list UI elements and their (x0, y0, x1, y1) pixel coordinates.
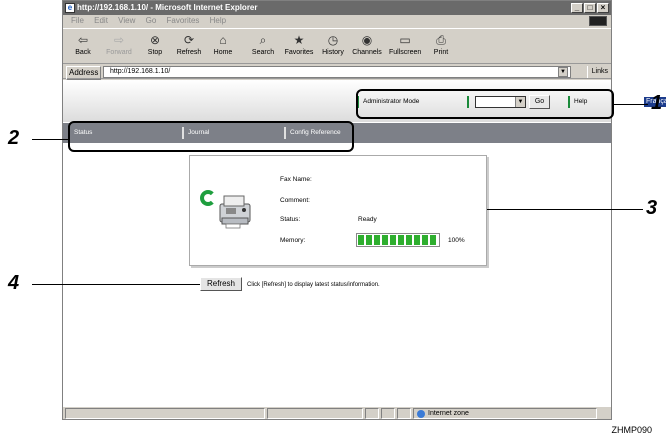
print-icon: ⎙ (436, 33, 446, 47)
menu-view[interactable]: View (118, 15, 135, 27)
toolbar: ⇦ Back ⇨ Forward ⊗ Stop ⟳ Refresh ⌂ Home ⌕ Sea… (63, 28, 611, 64)
chevron-down-icon[interactable]: ▼ (558, 67, 568, 77)
menu-file[interactable]: File (71, 15, 84, 27)
comment-label: Comment: (280, 197, 310, 204)
window-title: http://192.168.1.10/ - Microsoft Interne… (77, 3, 258, 12)
callout-3: 3 (646, 197, 658, 219)
callout-box-2 (68, 121, 354, 152)
callout-box-1 (356, 89, 614, 119)
close-button[interactable]: × (597, 3, 609, 13)
forward-button[interactable]: ⇨ Forward (103, 31, 135, 56)
channels-icon: ◉ (361, 33, 373, 47)
memory-label: Memory: (280, 237, 306, 244)
refresh-hint: Click [Refresh] to display latest status… (247, 282, 380, 288)
menu-favorites[interactable]: Favorites (167, 15, 200, 27)
fullscreen-icon: ▭ (399, 33, 411, 47)
fax-name-label: Fax Name: (280, 176, 312, 183)
minimize-button[interactable]: _ (571, 3, 583, 13)
channels-button[interactable]: ◉ Channels (351, 31, 383, 56)
menu-edit[interactable]: Edit (94, 15, 108, 27)
memory-value: 100% (448, 237, 465, 244)
favorites-button[interactable]: ★ Favorites (283, 31, 315, 56)
back-button[interactable]: ⇦ Back (67, 31, 99, 56)
refresh-button[interactable]: Refresh (200, 277, 242, 291)
home-icon: ⌂ (219, 33, 227, 47)
status-bar-cell (397, 408, 411, 419)
callout-1: 1 (651, 92, 663, 114)
leader-line-3 (487, 209, 643, 210)
memory-bar (356, 233, 440, 247)
status-panel: Fax Name: Comment: Status: Ready Memory:… (189, 155, 487, 266)
refresh-icon: ⟳ (183, 33, 195, 47)
throbber-icon (589, 16, 607, 26)
refresh-toolbar-button[interactable]: ⟳ Refresh (173, 31, 205, 56)
search-button[interactable]: ⌕ Search (247, 31, 279, 56)
address-input[interactable]: http://192.168.1.10/ ▼ (103, 66, 571, 78)
leader-line-2 (32, 139, 68, 140)
status-bar-cell (365, 408, 379, 419)
callout-2: 2 (8, 127, 20, 149)
arrow-right-icon: ⇨ (113, 33, 125, 47)
security-zone: Internet zone (413, 408, 597, 419)
fullscreen-button[interactable]: ▭ Fullscreen (389, 31, 421, 56)
search-icon: ⌕ (259, 33, 267, 47)
status-bar-cell (381, 408, 395, 419)
arrow-left-icon: ⇦ (77, 33, 89, 47)
ie-logo-icon: e (65, 3, 75, 13)
stop-button[interactable]: ⊗ Stop (139, 31, 171, 56)
print-button[interactable]: ⎙ Print (425, 31, 457, 56)
maximize-button[interactable]: □ (584, 3, 596, 13)
fax-machine-icon (200, 186, 252, 236)
stop-icon: ⊗ (149, 33, 161, 47)
address-label: Address (66, 66, 102, 80)
address-bar: Address http://192.168.1.10/ ▼ Links (63, 65, 611, 80)
title-bar[interactable]: e http://192.168.1.10/ - Microsoft Inter… (63, 1, 611, 15)
status-bar-main (65, 408, 265, 419)
home-button[interactable]: ⌂ Home (207, 31, 239, 56)
leader-line-1 (614, 104, 648, 105)
browser-window: e http://192.168.1.10/ - Microsoft Inter… (62, 0, 666, 420)
favorites-icon: ★ (293, 33, 305, 47)
status-value: Ready (358, 216, 377, 223)
callout-4: 4 (8, 272, 20, 294)
history-button[interactable]: ◷ History (317, 31, 349, 56)
menu-help[interactable]: Help (210, 15, 226, 27)
memory-bar-fill (358, 235, 438, 245)
status-bar: Internet zone (63, 406, 611, 419)
status-label: Status: (280, 216, 301, 223)
menu-go[interactable]: Go (146, 15, 157, 27)
menu-bar: File Edit View Go Favorites Help (63, 15, 611, 27)
history-icon: ◷ (327, 33, 339, 47)
figure-code: ZHMP090 (611, 425, 652, 435)
status-bar-cell (267, 408, 363, 419)
globe-icon (417, 410, 425, 418)
links-button[interactable]: Links (586, 66, 608, 78)
leader-line-4 (32, 284, 200, 285)
